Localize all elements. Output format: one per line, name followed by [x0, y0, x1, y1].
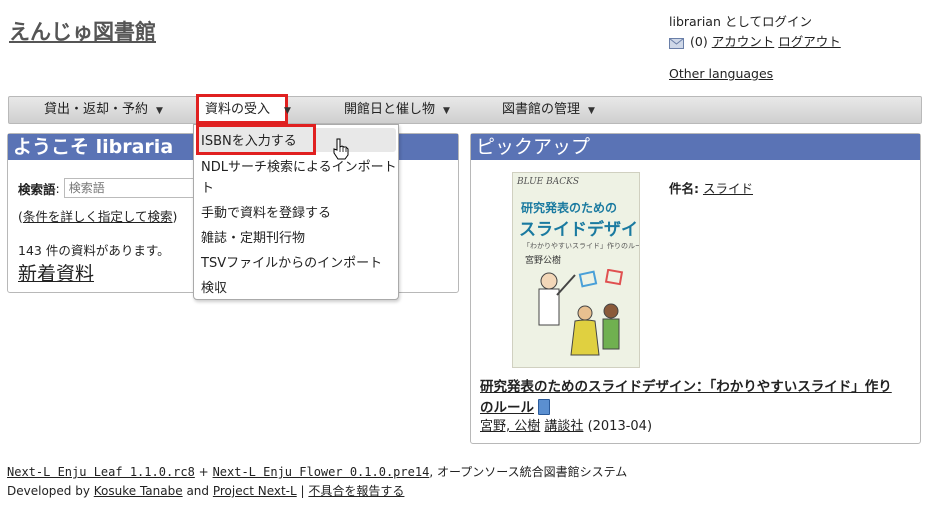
subject-line: 件名: スライド [669, 178, 753, 197]
dropdown-item-manual-register[interactable]: 手動で資料を登録する [201, 202, 331, 221]
book-cover-title-line1: 研究発表のための [521, 201, 618, 215]
nav-item-label: 資料の受入 [205, 102, 271, 117]
footer-plus: + [198, 465, 209, 479]
footer-desc: , オープンソース統合図書館システム [429, 465, 628, 479]
report-bug-link[interactable]: 不具合を報告する [308, 484, 404, 498]
book-cover-image[interactable]: BLUE BACKS 研究発表のための スライドデザイン 「わかりやすいスライド… [512, 172, 640, 368]
nav-item-label: 開館日と催し物 [344, 102, 436, 117]
nav-item-label: 図書館の管理 [502, 102, 581, 117]
advanced-search-link[interactable]: 条件を詳しく指定して検索 [23, 209, 173, 224]
login-status: librarian としてログイン [669, 14, 812, 29]
project-link[interactable]: Project Next-L [213, 484, 297, 498]
dropdown-item-tsv-import[interactable]: TSVファイルからのインポート [201, 252, 382, 271]
item-count: 143 件の資料があります。 [18, 243, 170, 258]
subject-label: 件名: [669, 181, 699, 196]
footer-developed-by: Developed by [7, 484, 90, 498]
mail-count: (0) [690, 34, 708, 49]
nav-item-library-admin[interactable]: 図書館の管理 ▼ [502, 97, 595, 123]
dropdown-item-ndl-import[interactable]: NDLサーチ検索によるインポート [201, 156, 397, 175]
book-cover-series: BLUE BACKS [517, 177, 580, 187]
logout-link[interactable]: ログアウト [778, 32, 841, 52]
search-input[interactable] [63, 178, 194, 198]
caret-down-icon: ▼ [588, 106, 595, 116]
nav-item-events[interactable]: 開館日と催し物 ▼ [344, 97, 450, 123]
subject-link[interactable]: スライド [703, 181, 753, 196]
dropdown-item-isbn[interactable]: ISBNを入力する [201, 130, 297, 149]
pub-date: (2013-04) [587, 419, 653, 434]
caret-down-icon: ▼ [443, 106, 450, 116]
caret-down-icon: ▼ [156, 106, 163, 116]
dropdown-item-periodicals[interactable]: 雑誌・定期刊行物 [201, 227, 305, 246]
dropdown-hover-bg [314, 128, 396, 152]
caret-down-icon: ▼ [284, 106, 291, 116]
publisher-link[interactable]: 講談社 [544, 419, 583, 434]
search-row: 検索語: [18, 178, 194, 198]
nav-item-circulation[interactable]: 貸出・返却・予約 ▼ [44, 97, 163, 123]
dropdown-item-ndl-import-wrap[interactable]: ト [201, 177, 214, 196]
enju-flower-link[interactable]: Next-L Enju Flower 0.1.0.pre14 [213, 465, 430, 479]
enju-leaf-link[interactable]: Next-L Enju Leaf 1.1.0.rc8 [7, 465, 195, 479]
search-label-colon: : [55, 180, 60, 196]
other-languages-link[interactable]: Other languages [669, 66, 773, 81]
nav-item-acquisition[interactable]: 資料の受入 ▼ [205, 97, 291, 123]
author-link[interactable]: 宮野, 公樹 [480, 419, 540, 434]
advanced-search: (条件を詳しく指定して検索) [18, 206, 177, 225]
pickup-title-block: 研究発表のためのスライドデザイン：「わかりやすいスライド」作りのルール [480, 377, 900, 419]
footer-line1: Next-L Enju Leaf 1.1.0.rc8 + Next-L Enju… [7, 463, 627, 480]
author-credit-link[interactable]: Kosuke Tanabe [94, 484, 183, 498]
search-label: 検索語 [18, 181, 56, 197]
book-cover-subtitle: 「わかりやすいスライド」作りのルール [523, 242, 640, 250]
book-cover-illustration [538, 269, 624, 356]
footer-line2: Developed by Kosuke Tanabe and Project N… [7, 482, 404, 499]
paren-close: ) [172, 209, 178, 224]
book-cover-author: 宮野公樹 [525, 256, 562, 266]
site-title-link[interactable]: えんじゅ図書館 [9, 16, 156, 46]
book-cover-title-line2: スライドデザイン [519, 220, 639, 240]
hand-cursor-icon [333, 138, 349, 160]
mail-icon[interactable] [669, 35, 684, 49]
nav-item-label: 貸出・返却・予約 [44, 102, 149, 117]
footer-separator: | [300, 484, 305, 498]
account-link[interactable]: アカウント [712, 32, 775, 52]
pickup-heading: ピックアップ [471, 134, 920, 160]
book-icon [538, 399, 550, 415]
dropdown-item-inspection[interactable]: 検収 [201, 277, 227, 296]
footer-and: and [186, 484, 210, 498]
pickup-meta: 宮野, 公樹 講談社 (2013-04) [480, 415, 652, 434]
new-items-link[interactable]: 新着資料 [18, 259, 94, 286]
user-box: librarian としてログイン (0) アカウント ログアウト [669, 12, 841, 52]
